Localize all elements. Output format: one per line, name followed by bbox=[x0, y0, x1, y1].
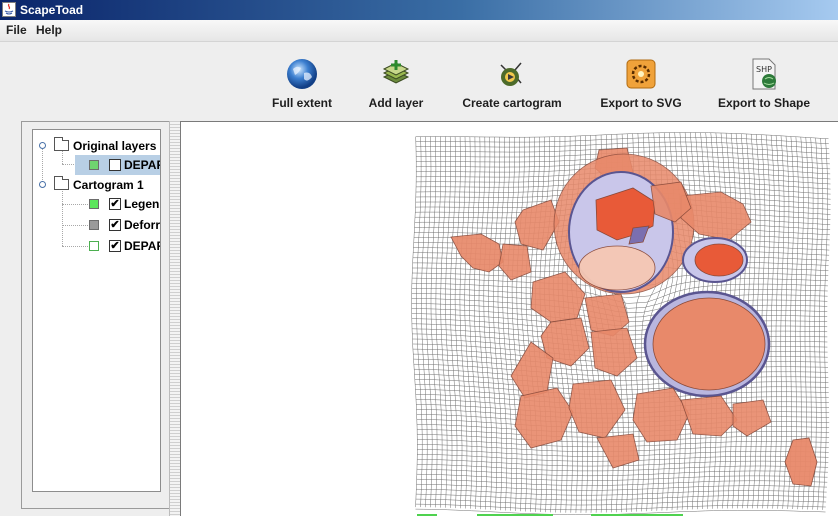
svg-text:SHP: SHP bbox=[756, 65, 772, 74]
group-label: Cartogram 1 bbox=[73, 178, 144, 192]
tree-group-original-layers[interactable]: Original layers bbox=[33, 136, 160, 156]
export-shape-label: Export to Shape bbox=[717, 96, 810, 110]
tree-item-layer[interactable]: ✔ Deforr bbox=[33, 215, 160, 235]
menu-help[interactable]: Help bbox=[36, 23, 62, 37]
menu-bar: File Help bbox=[0, 20, 838, 42]
layer-visibility-checkbox[interactable]: ✔ bbox=[109, 219, 121, 231]
layer-label: Legen bbox=[124, 197, 160, 211]
folder-icon bbox=[54, 176, 69, 190]
title-bar: ScapeToad bbox=[0, 0, 838, 20]
toolbar: Full extent Add layer Create cartogram E… bbox=[0, 42, 838, 118]
add-layer-button[interactable]: Add layer bbox=[364, 54, 428, 112]
layer-visibility-checkbox[interactable] bbox=[109, 159, 121, 171]
export-shape-icon: SHP bbox=[747, 57, 781, 91]
expand-handle-icon[interactable] bbox=[39, 142, 46, 149]
menu-file[interactable]: File bbox=[6, 23, 27, 37]
layer-visibility-checkbox[interactable]: ✔ bbox=[109, 240, 121, 252]
create-cartogram-label: Create cartogram bbox=[462, 96, 562, 110]
layer-color-swatch bbox=[89, 160, 99, 170]
map-view[interactable] bbox=[180, 121, 838, 516]
tree-item-layer[interactable]: ✔ DEPAR bbox=[33, 236, 160, 256]
region bbox=[680, 395, 738, 437]
region bbox=[694, 243, 744, 277]
layer-tree[interactable]: Original layers DEPAR Cartogram 1 ✔ Lege… bbox=[32, 129, 161, 492]
split-pane-divider[interactable] bbox=[169, 121, 180, 516]
export-shape-button[interactable]: SHP Export to Shape bbox=[714, 54, 814, 112]
folder-icon bbox=[54, 137, 69, 151]
full-extent-label: Full extent bbox=[271, 96, 332, 110]
layer-visibility-checkbox[interactable]: ✔ bbox=[109, 198, 121, 210]
export-svg-button[interactable]: Export to SVG bbox=[598, 54, 684, 112]
layer-color-swatch bbox=[89, 220, 99, 230]
add-layer-label: Add layer bbox=[368, 96, 424, 110]
create-cartogram-icon bbox=[495, 57, 529, 91]
java-icon bbox=[2, 2, 16, 17]
globe-icon bbox=[285, 57, 319, 91]
layer-label: DEPAR bbox=[124, 158, 160, 172]
region bbox=[530, 271, 586, 323]
expand-handle-icon[interactable] bbox=[39, 181, 46, 188]
tree-item-layer[interactable]: DEPAR bbox=[33, 155, 160, 175]
export-svg-label: Export to SVG bbox=[600, 96, 682, 110]
region bbox=[732, 399, 772, 437]
region bbox=[652, 297, 766, 391]
layer-color-swatch bbox=[89, 199, 99, 209]
add-layer-icon bbox=[379, 57, 413, 91]
region bbox=[596, 433, 640, 469]
region bbox=[568, 379, 626, 439]
export-svg-icon bbox=[624, 57, 658, 91]
group-label: Original layers bbox=[73, 139, 157, 153]
tree-group-cartogram-1[interactable]: Cartogram 1 bbox=[33, 175, 160, 195]
region bbox=[578, 245, 656, 291]
full-extent-button[interactable]: Full extent bbox=[268, 54, 336, 112]
cartogram-map[interactable] bbox=[181, 122, 838, 516]
region bbox=[450, 233, 504, 273]
layer-label: Deforr bbox=[124, 218, 161, 232]
create-cartogram-button[interactable]: Create cartogram bbox=[458, 54, 566, 112]
window-title: ScapeToad bbox=[20, 3, 84, 17]
region bbox=[784, 437, 818, 487]
layer-label: DEPAR bbox=[124, 239, 160, 253]
tree-item-layer[interactable]: ✔ Legen bbox=[33, 194, 160, 214]
layer-color-swatch bbox=[89, 241, 99, 251]
layers-panel: Original layers DEPAR Cartogram 1 ✔ Lege… bbox=[21, 121, 169, 509]
